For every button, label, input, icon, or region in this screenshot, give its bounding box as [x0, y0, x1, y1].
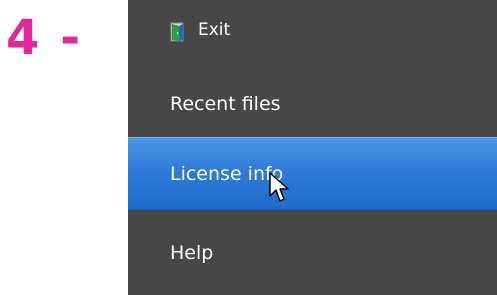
menu-item-label: Help — [170, 242, 214, 264]
exit-door-icon — [170, 22, 184, 42]
app-menu: Exit Recent files License info Help — [128, 0, 497, 295]
menu-item-help[interactable]: Help — [128, 222, 497, 284]
menu-item-label: Recent files — [170, 93, 281, 115]
menu-item-license-info[interactable]: License info — [128, 137, 497, 210]
menu-item-recent-files[interactable]: Recent files — [128, 76, 497, 132]
mouse-pointer-icon — [269, 172, 289, 202]
menu-item-exit[interactable]: Exit — [128, 0, 497, 66]
step-number-label: 4 - — [6, 10, 83, 66]
menu-item-label: License info — [170, 162, 284, 185]
